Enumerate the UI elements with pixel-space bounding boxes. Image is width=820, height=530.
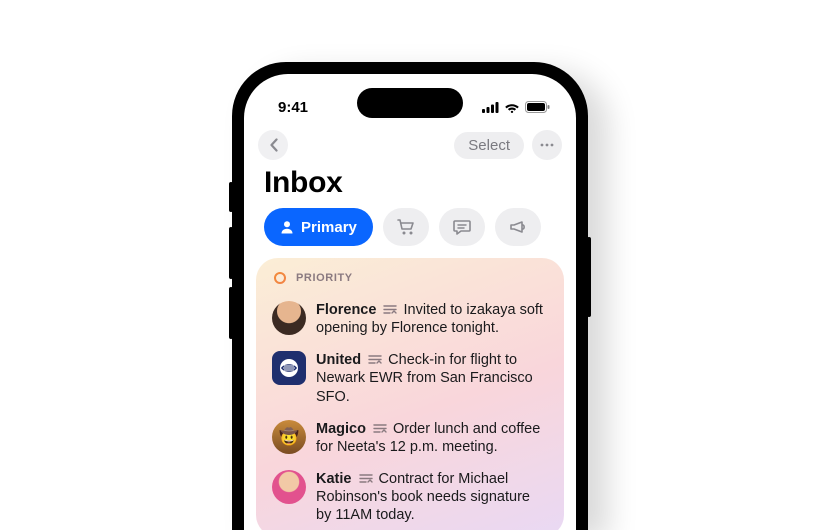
item-body: Magico Order lunch and coffee for Neeta'… <box>316 420 548 456</box>
item-body: Florence Invited to izakaya soft opening… <box>316 301 548 337</box>
power-button <box>587 237 591 317</box>
cellular-icon <box>482 102 499 113</box>
avatar <box>272 470 306 504</box>
volume-down-button <box>229 287 233 339</box>
sender-name: United <box>316 352 361 368</box>
battery-icon <box>525 101 550 113</box>
avatar <box>272 351 306 385</box>
screen: 9:41 Select <box>244 74 576 530</box>
priority-header: PRIORITY <box>270 270 550 294</box>
tab-updates[interactable] <box>439 208 485 246</box>
back-button[interactable] <box>258 130 288 160</box>
status-time: 9:41 <box>278 99 308 116</box>
dynamic-island <box>357 88 463 118</box>
chat-icon <box>452 218 472 236</box>
priority-item[interactable]: 🤠 Magico Order lunch and coffee for Neet… <box>270 413 550 463</box>
iphone-frame: 9:41 Select <box>232 62 588 530</box>
sender-name: Katie <box>316 471 351 487</box>
intelligence-icon <box>272 270 288 286</box>
megaphone-icon <box>508 218 528 236</box>
summary-icon <box>383 304 397 315</box>
more-button[interactable] <box>532 130 562 160</box>
volume-up-button <box>229 227 233 279</box>
ellipsis-icon <box>540 143 554 147</box>
select-label: Select <box>468 137 510 154</box>
tab-transactions[interactable] <box>383 208 429 246</box>
avatar <box>272 301 306 335</box>
sender-name: Magico <box>316 421 366 437</box>
summary-icon <box>359 473 373 484</box>
chevron-left-icon <box>269 138 278 152</box>
priority-card: PRIORITY Florence Invited to izakaya sof… <box>256 258 564 530</box>
category-tabs: Primary <box>244 208 576 258</box>
tab-promotions[interactable] <box>495 208 541 246</box>
priority-item[interactable]: United Check-in for flight to Newark EWR… <box>270 344 550 412</box>
item-body: Katie Contract for Michael Robinson's bo… <box>316 470 548 524</box>
summary-icon <box>373 423 387 434</box>
tab-primary-label: Primary <box>301 219 357 236</box>
sender-name: Florence <box>316 302 376 318</box>
person-icon <box>280 220 294 234</box>
priority-heading-label: PRIORITY <box>296 272 353 284</box>
tab-primary[interactable]: Primary <box>264 208 373 246</box>
side-button <box>229 182 233 212</box>
item-body: United Check-in for flight to Newark EWR… <box>316 351 548 405</box>
summary-icon <box>368 354 382 365</box>
priority-item[interactable]: Katie Contract for Michael Robinson's bo… <box>270 463 550 530</box>
priority-item[interactable]: Florence Invited to izakaya soft opening… <box>270 294 550 344</box>
avatar: 🤠 <box>272 420 306 454</box>
wifi-icon <box>504 102 520 113</box>
status-icons <box>482 101 550 113</box>
page-title: Inbox <box>244 162 576 208</box>
cart-icon <box>396 218 416 236</box>
select-button[interactable]: Select <box>454 132 524 159</box>
nav-bar: Select <box>244 122 576 162</box>
